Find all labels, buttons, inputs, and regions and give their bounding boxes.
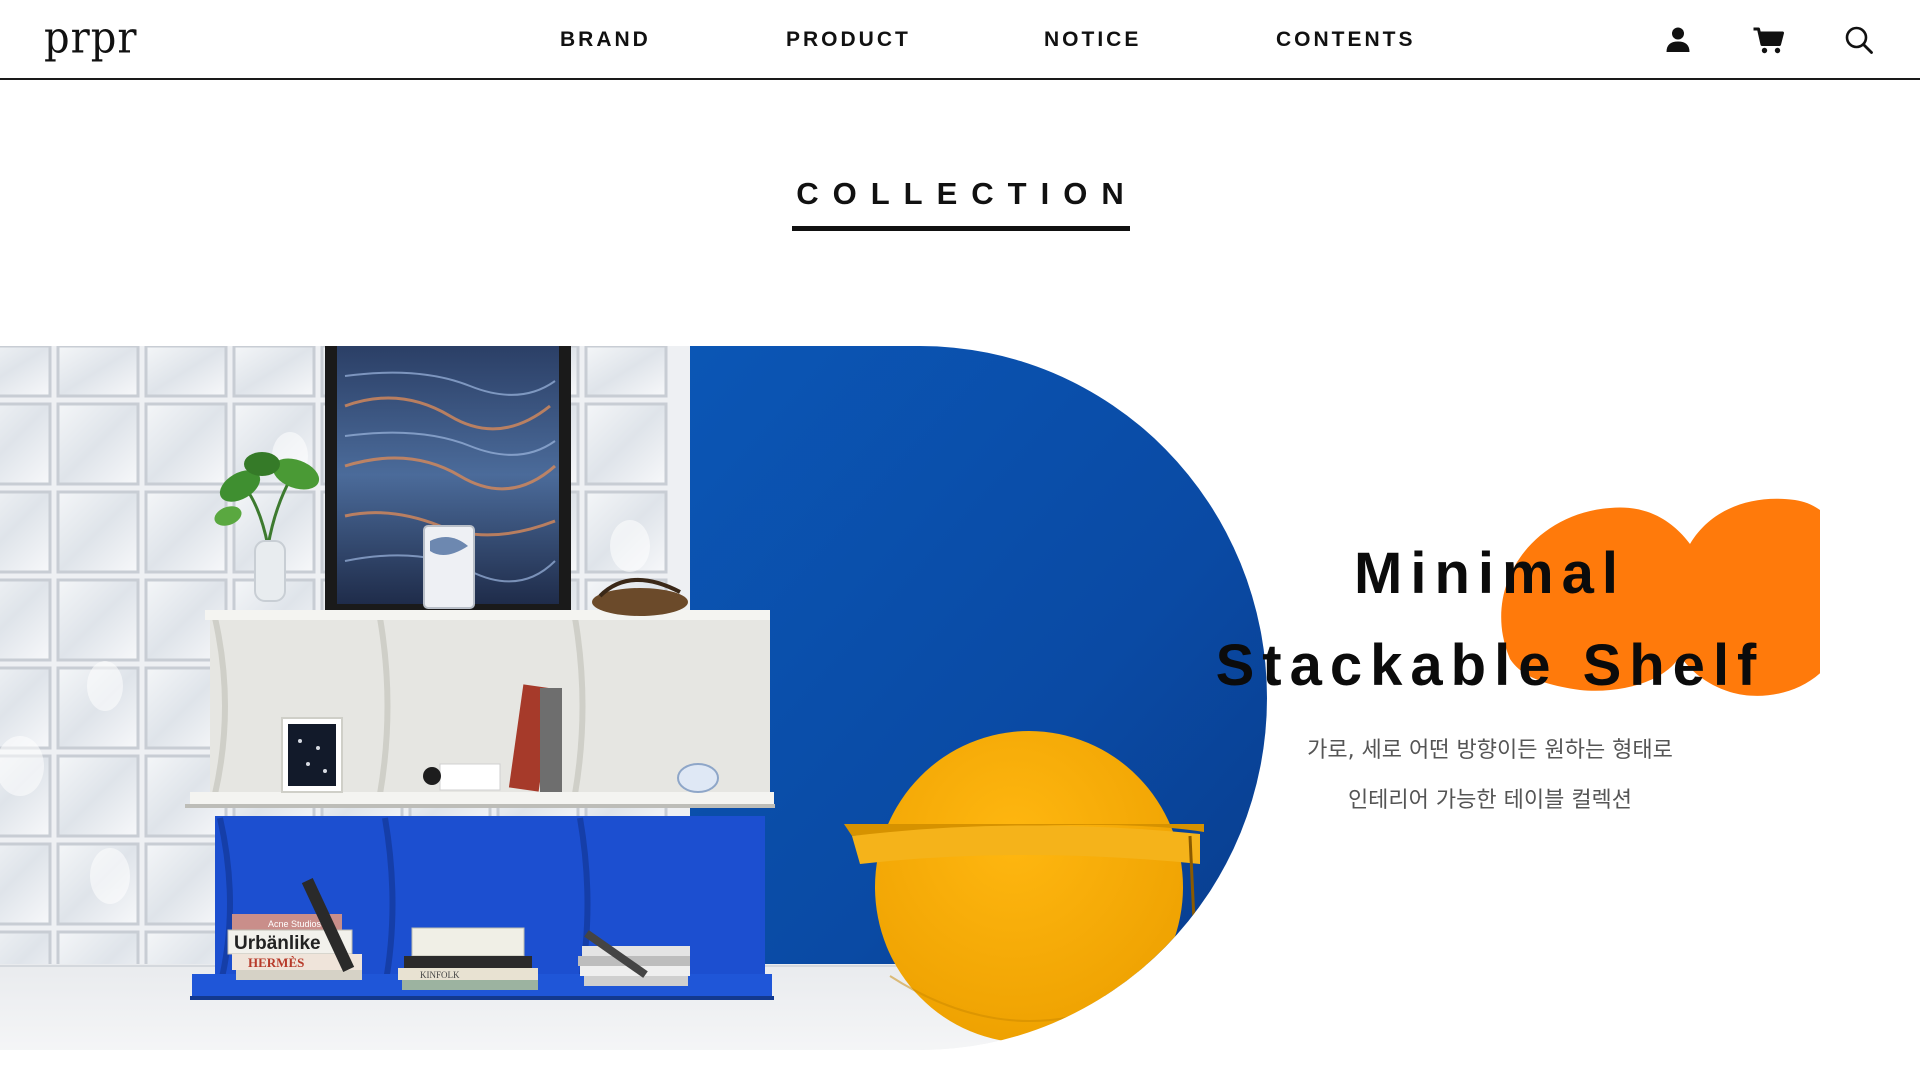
search-icon[interactable] (1843, 24, 1875, 56)
main-nav: BRAND PRODUCT NOTICE CONTENTS (0, 0, 1920, 80)
book-spine-urbanlike: Urbänlike (234, 933, 321, 954)
title-underline (792, 226, 1130, 231)
user-icon[interactable] (1662, 24, 1694, 56)
section-title: COLLECTION (0, 176, 1920, 212)
hero-image[interactable]: Acne Studios Urbänlike HERMÈS KINFOLK (0, 346, 1270, 1050)
book-stack-middle: KINFOLK (398, 927, 538, 990)
headline-line-1: Minimal (1354, 541, 1626, 606)
book-spine-hermes: HERMÈS (248, 955, 304, 970)
collection-heading: COLLECTION (796, 176, 1138, 211)
description-line-1: 가로, 세로 어떤 방향이든 원하는 형태로 (1307, 738, 1673, 763)
cart-icon[interactable] (1752, 24, 1784, 56)
hero-headline: Minimal Stackable Shelf (1170, 528, 1810, 712)
nav-notice[interactable]: NOTICE (1044, 27, 1141, 53)
hero-description: 가로, 세로 어떤 방향이든 원하는 형태로 인테리어 가능한 테이블 컬렉션 (1170, 726, 1810, 826)
headline-line-2: Stackable Shelf (1215, 633, 1765, 698)
nav-product[interactable]: PRODUCT (786, 27, 911, 53)
nav-brand[interactable]: BRAND (560, 27, 651, 53)
description-line-2: 인테리어 가능한 테이블 컬렉션 (1347, 788, 1633, 813)
book-spine-kinfolk: KINFOLK (420, 970, 460, 980)
nav-contents[interactable]: CONTENTS (1276, 27, 1416, 53)
hero-text-block: Minimal Stackable Shelf 가로, 세로 어떤 방향이든 원… (1170, 494, 1820, 934)
site-header: prpr BRAND PRODUCT NOTICE CONTENTS (0, 0, 1920, 80)
book-spine-acne: Acne Studios (268, 919, 322, 929)
